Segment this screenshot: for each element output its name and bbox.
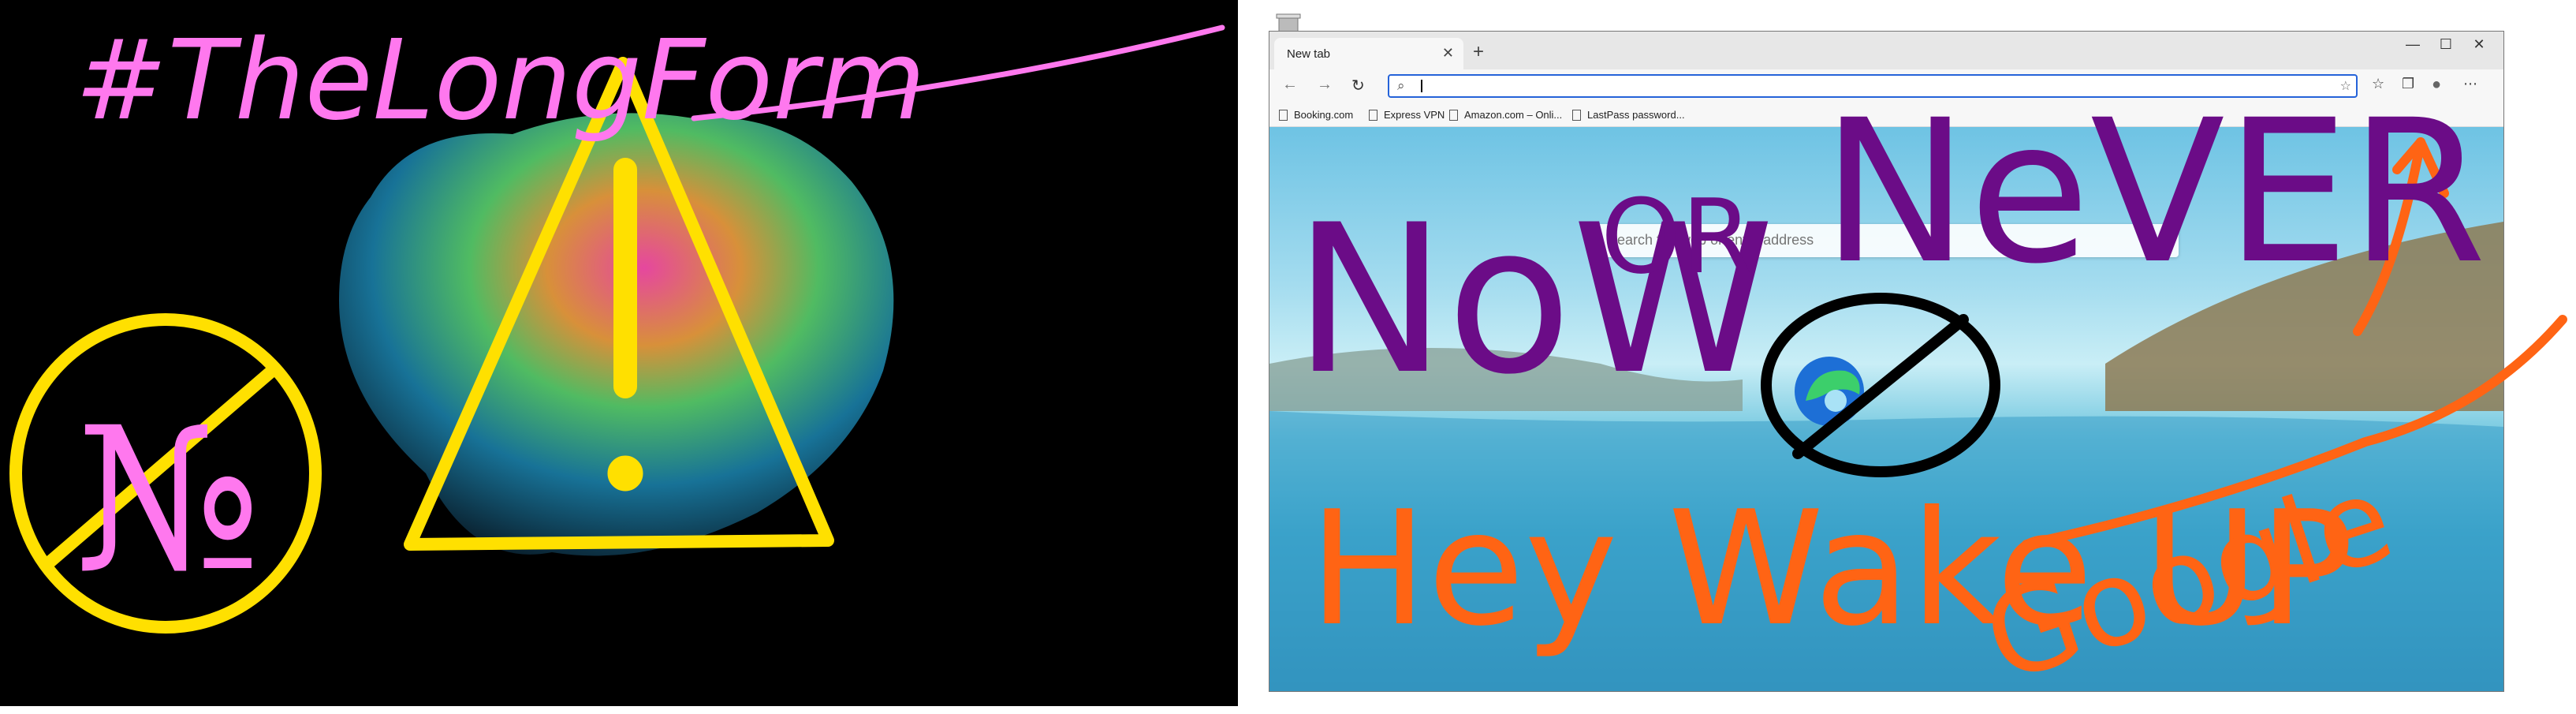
edge-logo-icon [1795,357,1864,426]
page-icon [1369,109,1377,121]
browser-window: New tab ✕ + — ☐ ✕ ← → ↻ ⌕ ☆ ☆ ❐ ● ⋯ Book… [1269,32,2503,691]
desktop-dark-area [0,0,1238,714]
collections-icon[interactable]: ❐ [2402,76,2414,92]
bottom-white-strip [0,706,2576,714]
favorite-amazon[interactable]: Amazon.com – Onli... [1449,109,1562,121]
minimize-button[interactable]: — [2397,36,2429,53]
favorite-label: Express VPN [1384,109,1445,121]
text-caret [1421,80,1422,92]
page-icon [1279,109,1288,121]
search-icon: ⌕ [1397,78,1405,93]
search-icon[interactable]: ⌕ [2158,230,2168,250]
address-bar[interactable]: ⌕ ☆ [1388,74,2358,98]
favorite-lastpass[interactable]: LastPass password... [1572,109,1685,121]
maximize-button[interactable]: ☐ [2430,36,2462,53]
profile-avatar-icon[interactable]: ● [2432,76,2441,94]
more-menu-icon[interactable]: ⋯ [2463,76,2477,92]
back-button[interactable]: ← [1282,76,1298,94]
favorite-booking[interactable]: Booking.com [1279,109,1353,121]
abstract-wallpaper [339,113,894,556]
favorite-label: LastPass password... [1587,109,1685,121]
favorites-bar: Booking.com Express VPN Amazon.com – Onl… [1269,104,2503,127]
web-search-input[interactable] [1606,231,2130,249]
favorite-star-icon[interactable]: ☆ [2340,78,2351,94]
favorite-label: Amazon.com – Onli... [1464,109,1563,121]
browser-toolbar: ← → ↻ ⌕ ☆ ☆ ❐ ● ⋯ [1269,69,2503,104]
favorite-express-vpn[interactable]: Express VPN [1369,109,1445,121]
refresh-button[interactable]: ↻ [1351,76,1365,95]
page-icon [1572,109,1581,121]
favorite-label: Booking.com [1294,109,1354,121]
close-window-button[interactable]: ✕ [2463,36,2495,53]
lake-background [1269,222,2503,691]
tab-new-tab[interactable]: New tab ✕ [1274,38,1463,69]
forward-button[interactable]: → [1317,76,1333,94]
web-search-box[interactable]: ⌕ [1595,224,2179,257]
new-tab-button[interactable]: + [1473,41,1484,63]
tab-title: New tab [1287,47,1331,61]
page-icon [1449,109,1458,121]
close-icon[interactable]: ✕ [1442,45,1454,62]
new-tab-page: ⌕ [1269,127,2503,691]
favorites-icon[interactable]: ☆ [2372,76,2384,92]
title-bar: New tab ✕ + — ☐ ✕ [1269,32,2503,69]
